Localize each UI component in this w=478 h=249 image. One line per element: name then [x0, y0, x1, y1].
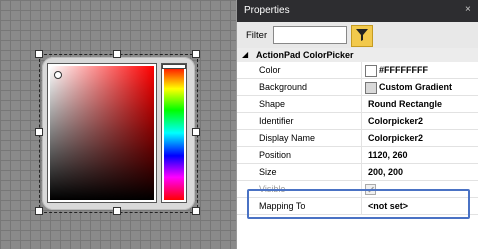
property-value[interactable]: Colorpicker2 [368, 116, 423, 126]
property-name: Shape [259, 99, 286, 109]
column-divider [361, 96, 362, 112]
property-name: Color [259, 65, 281, 75]
column-divider [361, 113, 362, 129]
filter-icon [356, 29, 368, 41]
property-name: Position [259, 150, 292, 160]
column-divider [361, 130, 362, 146]
hue-slider[interactable] [162, 64, 186, 200]
resize-handle-left[interactable] [35, 128, 43, 136]
column-divider [361, 164, 362, 180]
property-row-background[interactable]: Background Custom Gradient [237, 79, 478, 96]
resize-handle-bottom-left[interactable] [35, 207, 43, 215]
property-row-color[interactable]: Color #FFFFFFFF [237, 62, 478, 79]
panel-title: Properties [244, 5, 290, 16]
category-title: ActionPad ColorPicker [256, 50, 354, 60]
background-swatch[interactable] [365, 82, 377, 94]
resize-handle-right[interactable] [192, 128, 200, 136]
property-category-header[interactable]: ◢ ActionPad ColorPicker [237, 48, 478, 62]
saturation-value-area[interactable] [50, 66, 154, 200]
resize-handle-top[interactable] [113, 50, 121, 58]
filter-input[interactable] [273, 26, 347, 44]
column-divider [361, 147, 362, 163]
filter-button[interactable] [351, 25, 373, 47]
color-selector-marker[interactable] [54, 71, 62, 79]
property-value[interactable]: 1120, 260 [368, 150, 408, 160]
colorpicker-body [42, 57, 195, 210]
designer-canvas[interactable] [0, 0, 236, 249]
resize-handle-bottom-right[interactable] [192, 207, 200, 215]
filter-label: Filter [246, 30, 268, 41]
property-value[interactable]: Colorpicker2 [368, 133, 423, 143]
filter-bar: Filter [237, 22, 478, 48]
property-name: Size [259, 167, 277, 177]
column-divider [361, 79, 362, 95]
properties-panel: Properties × Filter ◢ ActionPad ColorPic… [236, 0, 478, 249]
property-row-position[interactable]: Position 1120, 260 [237, 147, 478, 164]
color-swatch[interactable] [365, 65, 377, 77]
resize-handle-top-left[interactable] [35, 50, 43, 58]
property-value[interactable]: Custom Gradient [379, 82, 452, 92]
property-value[interactable]: #FFFFFFFF [379, 65, 428, 75]
colorpicker-widget[interactable] [39, 54, 198, 213]
property-value[interactable]: 200, 200 [368, 167, 403, 177]
resize-handle-bottom[interactable] [113, 207, 121, 215]
property-name: Identifier [259, 116, 294, 126]
property-row-shape[interactable]: Shape Round Rectangle [237, 96, 478, 113]
properties-title-bar: Properties × [237, 0, 478, 22]
resize-handle-top-right[interactable] [192, 50, 200, 58]
property-row-size[interactable]: Size 200, 200 [237, 164, 478, 181]
property-row-identifier[interactable]: Identifier Colorpicker2 [237, 113, 478, 130]
property-value[interactable]: Round Rectangle [368, 99, 442, 109]
close-icon[interactable]: × [465, 4, 471, 15]
property-name: Display Name [259, 133, 316, 143]
highlight-annotation [247, 189, 470, 219]
property-row-display-name[interactable]: Display Name Colorpicker2 [237, 130, 478, 147]
property-name: Background [259, 82, 308, 92]
column-divider [361, 62, 362, 78]
hue-slider-thumb[interactable] [162, 64, 186, 69]
collapse-arrow-icon[interactable]: ◢ [242, 50, 248, 59]
